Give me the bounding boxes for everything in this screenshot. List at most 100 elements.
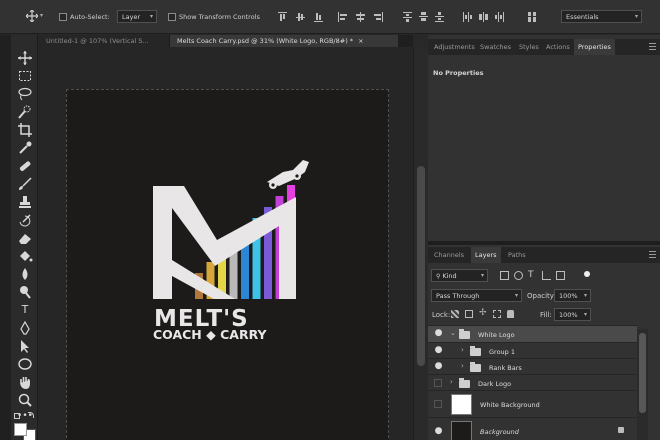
chevron-right-icon[interactable]: ›: [461, 346, 464, 354]
fill-value: 100%: [559, 311, 578, 319]
show-transform-checkbox[interactable]: [168, 13, 176, 21]
eraser-icon[interactable]: [17, 230, 33, 246]
align-right-icon[interactable]: [374, 12, 383, 22]
tab-swatches[interactable]: Swatches: [476, 39, 515, 55]
opacity-value: 100%: [559, 292, 578, 300]
filter-shape-icon[interactable]: [542, 271, 551, 280]
distribute-hcenter-icon[interactable]: [479, 12, 488, 22]
tab-adjustments[interactable]: Adjustments: [430, 39, 479, 55]
tab-untitled-1[interactable]: Untitled-1 @ 107% (Vertical S...: [39, 35, 170, 47]
paint-bucket-icon[interactable]: [17, 248, 33, 264]
foreground-color-swatch[interactable]: [14, 423, 27, 436]
move-icon[interactable]: [17, 50, 33, 66]
layer-name: Rank Bars: [489, 364, 522, 372]
tab-actions[interactable]: Actions: [542, 39, 574, 55]
filter-adjustment-icon[interactable]: [514, 271, 523, 280]
tab-layers[interactable]: Layers: [471, 247, 501, 263]
distribute-left-icon[interactable]: [463, 12, 472, 22]
lock-pixels-icon[interactable]: [465, 310, 473, 318]
layer-row-dark-logo[interactable]: › Dark Logo: [428, 374, 637, 390]
distribute-bottom-icon[interactable]: [435, 12, 444, 22]
tool-preset-caret-icon[interactable]: ▾: [40, 12, 43, 19]
brush-icon[interactable]: [17, 176, 33, 192]
workspace-dropdown[interactable]: Essentials ▾: [561, 10, 642, 23]
window-edge: [0, 35, 11, 440]
layer-row-rank-bars[interactable]: ● › Rank Bars: [428, 358, 637, 374]
filter-type-icon[interactable]: T: [528, 270, 534, 280]
tab-styles[interactable]: Styles: [515, 39, 543, 55]
lasso-icon[interactable]: [17, 86, 33, 102]
layer-row-white-background[interactable]: White Background: [428, 390, 637, 417]
distribute-vcenter-icon[interactable]: [419, 12, 428, 22]
filter-pixel-icon[interactable]: [500, 271, 509, 280]
hand-icon[interactable]: [17, 374, 33, 390]
lock-artboard-icon[interactable]: [493, 310, 501, 318]
logo-subtitle: COACH ◆ CARRY: [153, 327, 268, 342]
tab-melts-coach-carry[interactable]: Melts Coach Carry.psd @ 31% (White Logo,…: [170, 35, 398, 47]
chevron-right-icon[interactable]: ›: [450, 378, 453, 386]
dodge-icon[interactable]: [17, 284, 33, 300]
layer-row-white-logo[interactable]: ● ⌄ White Logo: [428, 325, 637, 342]
scrollbar-thumb[interactable]: [417, 166, 425, 366]
zoom-icon[interactable]: [17, 392, 33, 408]
clone-stamp-icon[interactable]: [17, 194, 33, 210]
lock-transparent-icon[interactable]: [451, 310, 459, 318]
filter-smart-object-icon[interactable]: [556, 271, 565, 280]
eyedropper-icon[interactable]: [17, 140, 33, 156]
move-tool-preset-icon[interactable]: [25, 9, 39, 23]
distribute-right-icon[interactable]: [495, 12, 504, 22]
panel-menu-icon[interactable]: [649, 251, 656, 258]
quick-select-icon[interactable]: [17, 104, 33, 120]
close-icon[interactable]: ×: [358, 37, 363, 45]
auto-align-icon[interactable]: [528, 12, 537, 22]
document-canvas[interactable]: MELT'S COACH ◆ CARRY: [66, 89, 389, 440]
layer-thumbnail: [451, 421, 472, 440]
scrollbar-thumb[interactable]: [639, 333, 646, 413]
panel-divider[interactable]: [428, 241, 660, 245]
auto-select-checkbox[interactable]: [59, 13, 67, 21]
blur-icon[interactable]: [17, 266, 33, 282]
type-icon[interactable]: T: [17, 302, 33, 318]
visibility-toggle[interactable]: [434, 379, 442, 387]
filter-toggle-icon[interactable]: [584, 271, 590, 277]
default-colors-icon[interactable]: [14, 413, 20, 419]
canvas-workspace[interactable]: MELT'S COACH ◆ CARRY: [39, 47, 413, 440]
opacity-field[interactable]: 100% ▾: [554, 289, 591, 302]
layers-scrollbar[interactable]: [637, 329, 648, 440]
distribute-top-icon[interactable]: [403, 12, 412, 22]
panel-menu-icon[interactable]: [649, 43, 656, 50]
chevron-down-icon[interactable]: ⌄: [450, 329, 456, 337]
show-transform-label: Show Transform Controls: [179, 13, 260, 21]
swap-colors-icon[interactable]: [28, 412, 34, 418]
fill-field[interactable]: 100% ▾: [554, 308, 591, 321]
align-left-icon[interactable]: [338, 12, 347, 22]
layer-row-group-1[interactable]: ● › Group 1: [428, 342, 637, 358]
align-top-icon[interactable]: [278, 12, 287, 22]
healing-brush-icon[interactable]: [17, 158, 33, 174]
tab-paths[interactable]: Paths: [504, 247, 530, 263]
path-select-icon[interactable]: [17, 338, 33, 354]
align-bottom-icon[interactable]: [314, 12, 323, 22]
align-vcenter-icon[interactable]: [296, 12, 305, 22]
align-hcenter-icon[interactable]: [356, 12, 365, 22]
chevron-down-icon: ▾: [634, 13, 638, 20]
chevron-right-icon[interactable]: ›: [461, 362, 464, 370]
pen-icon[interactable]: [17, 320, 33, 336]
blend-mode-dropdown[interactable]: Pass Through ▾: [431, 289, 522, 302]
lock-all-icon[interactable]: [507, 310, 514, 318]
history-brush-icon[interactable]: [17, 212, 33, 228]
eye-icon[interactable]: ●: [433, 426, 444, 440]
canvas-vertical-scrollbar[interactable]: [413, 47, 428, 440]
visibility-toggle[interactable]: [434, 400, 442, 408]
workspace-value: Essentials: [566, 13, 599, 21]
tab-properties[interactable]: Properties: [574, 39, 615, 55]
layer-filter-dropdown[interactable]: ⚲ Kind ▾: [431, 269, 488, 282]
crop-icon[interactable]: [17, 122, 33, 138]
layer-name: White Background: [480, 401, 540, 409]
ellipse-icon[interactable]: [17, 356, 33, 372]
auto-select-dropdown[interactable]: Layer ▾: [117, 10, 157, 23]
marquee-icon[interactable]: [17, 68, 33, 84]
layer-row-background[interactable]: ● Background: [428, 417, 637, 440]
lock-position-icon[interactable]: ✢: [479, 308, 487, 318]
tab-channels[interactable]: Channels: [430, 247, 468, 263]
